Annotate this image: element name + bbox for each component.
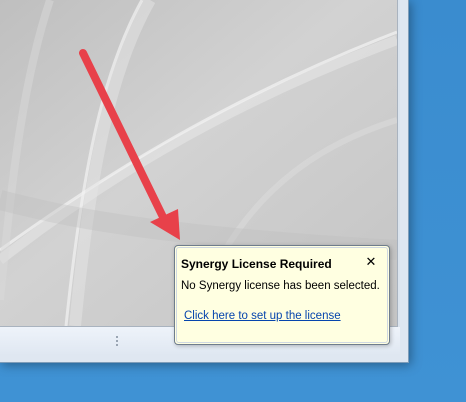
setup-license-link[interactable]: Click here to set up the license <box>184 310 341 322</box>
notification-message: No Synergy license has been selected. <box>181 280 380 292</box>
close-icon[interactable]: ✕ <box>365 255 377 268</box>
notification-title: Synergy License Required <box>181 257 332 271</box>
license-notification-balloon: Synergy License Required ✕ No Synergy li… <box>174 245 390 345</box>
